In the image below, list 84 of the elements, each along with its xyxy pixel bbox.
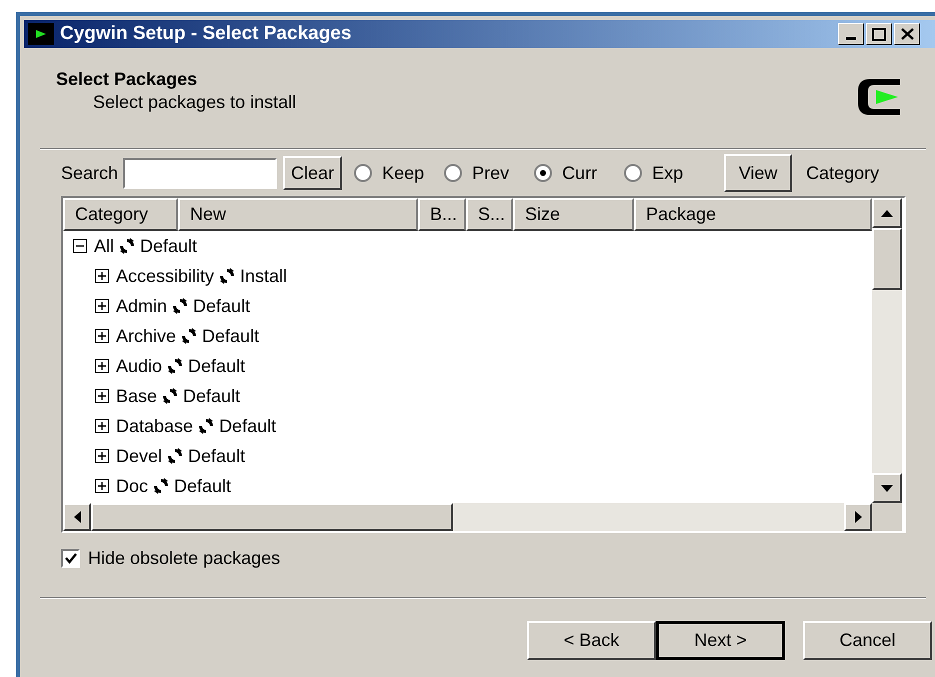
column-header[interactable]: S... [466,198,513,231]
vertical-scrollbar[interactable] [872,198,902,503]
right-arrow-icon [854,511,862,523]
expand-icon[interactable] [95,359,109,373]
category-name: Accessibility [116,264,214,288]
maximize-icon [872,28,886,40]
left-arrow-icon [74,511,80,523]
collapse-icon[interactable] [73,239,87,253]
window-title: Cygwin Setup - Select Packages [60,22,352,46]
scroll-thumb[interactable] [872,228,902,290]
hide-obsolete-checkbox[interactable] [61,548,80,568]
scroll-right-button[interactable] [844,503,872,531]
cycle-icon[interactable] [162,388,178,404]
install-action[interactable]: Default [219,412,276,440]
category-name: Devel [116,444,162,468]
minimize-icon [846,37,856,40]
cycle-icon[interactable] [153,478,170,494]
expand-icon[interactable] [95,419,109,433]
page-title: Select Packages [56,68,198,90]
clear-button[interactable]: Clear [283,156,342,190]
maximize-button[interactable] [866,23,892,45]
minimize-button[interactable] [838,23,864,45]
category-name: Base [116,384,158,408]
install-action[interactable]: Default [183,382,240,410]
column-header[interactable]: B... [418,198,466,231]
radio-button[interactable] [534,164,552,182]
scroll-left-button[interactable] [63,503,91,531]
down-arrow-icon [881,484,893,492]
expand-icon[interactable] [95,329,109,343]
install-action[interactable]: Default [193,292,250,320]
install-action[interactable]: Default [188,442,246,470]
cycle-icon[interactable] [198,418,214,434]
install-action[interactable]: Default [174,472,232,500]
check-icon [64,552,76,564]
horizontal-scrollbar[interactable] [63,503,872,531]
app-icon [28,23,54,45]
install-action[interactable]: Default [140,232,198,260]
category-name: Database [116,414,194,438]
category-name: Archive [116,324,176,348]
search-label: Search [61,162,118,184]
next-button[interactable]: Next > [656,621,785,660]
category-name: Audio [116,354,162,378]
cycle-icon[interactable] [167,448,184,464]
radio-label: Exp [652,162,684,185]
cycle-icon[interactable] [119,238,136,254]
scroll-thumb[interactable] [91,503,453,531]
hide-obsolete-label: Hide obsolete packages [88,546,280,570]
cycle-icon[interactable] [219,268,236,284]
expand-icon[interactable] [95,389,109,403]
category-name: All [94,234,114,258]
radio-label: Prev [472,162,510,184]
column-header[interactable]: Package [634,198,872,231]
radio-label: Keep [382,162,424,185]
category-name: Doc [116,474,148,498]
expand-icon[interactable] [95,449,109,463]
close-icon [900,28,914,40]
radio-button[interactable] [444,164,462,182]
cycle-icon[interactable] [181,328,198,344]
view-button[interactable]: View [724,154,792,192]
cancel-button[interactable]: Cancel [803,621,932,660]
close-button[interactable] [894,23,920,45]
up-arrow-icon [881,210,893,216]
install-action[interactable]: Default [202,322,260,350]
expand-icon[interactable] [95,299,109,313]
cycle-icon[interactable] [172,298,188,314]
back-button[interactable]: < Back [527,621,656,660]
column-header[interactable]: Category [63,198,178,231]
radio-button[interactable] [354,164,372,182]
category-name: Admin [116,294,168,318]
cycle-icon[interactable] [167,358,184,374]
column-header[interactable]: New [178,198,418,231]
page-subtitle: Select packages to install [92,91,296,114]
radio-button[interactable] [624,164,642,182]
scroll-up-button[interactable] [872,198,902,228]
radio-label: Curr [562,162,598,184]
expand-icon[interactable] [95,269,109,283]
scrollbar-corner [872,503,902,531]
scroll-down-button[interactable] [872,473,902,503]
column-header[interactable]: Size [513,198,634,231]
install-action[interactable]: Default [188,352,246,380]
expand-icon[interactable] [95,479,109,493]
view-mode-label: Category [806,162,880,185]
search-field[interactable] [123,158,278,188]
install-action[interactable]: Install [240,262,288,290]
